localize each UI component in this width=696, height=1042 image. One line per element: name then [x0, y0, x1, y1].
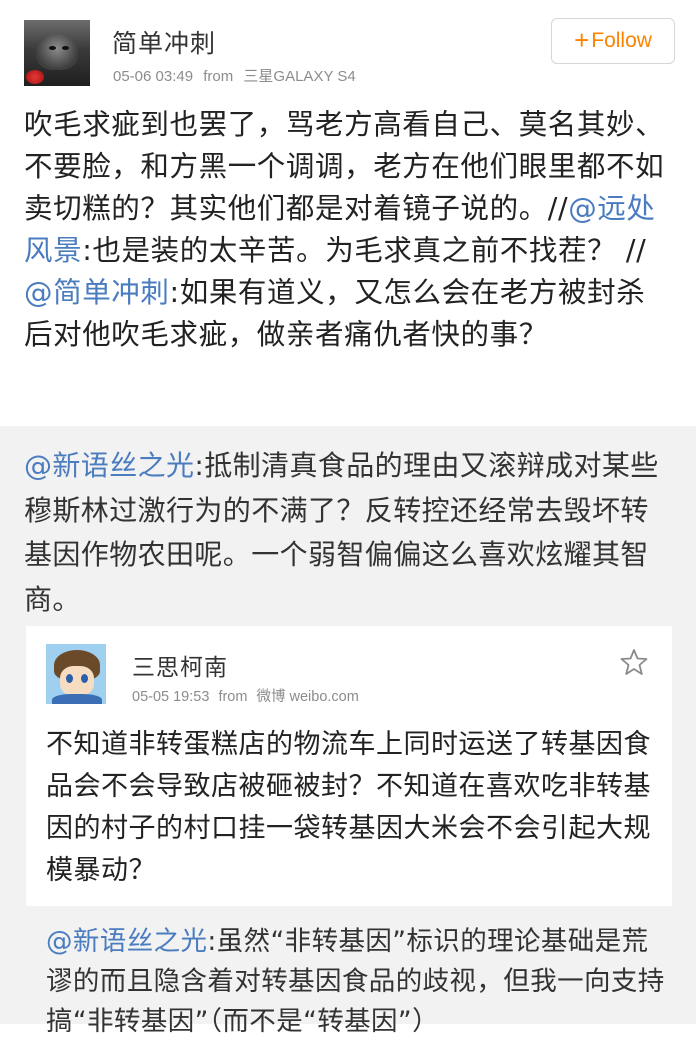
from-label: from [203, 68, 234, 85]
post-device: 三星GALAXY S4 [243, 68, 356, 85]
repost-body: @新语丝之光:抵制清真食品的理由又滚辩成对某些穆斯林过激行为的不满了？反转控还经… [24, 444, 674, 622]
reply-area: @新语丝之光:虽然“非转基因”标识的理论基础是荒谬的而且隐含着对转基因食品的歧视… [26, 906, 672, 1037]
follow-button[interactable]: + Follow [551, 18, 675, 64]
star-icon[interactable] [620, 648, 648, 676]
author-avatar[interactable] [24, 20, 90, 86]
avatar-body [52, 694, 102, 704]
repost-area: @新语丝之光:抵制清真食品的理由又滚辩成对某些穆斯林过激行为的不满了？反转控还经… [0, 426, 696, 1037]
reply-body: @新语丝之光:虽然“非转基因”标识的理论基础是荒谬的而且隐含着对转基因食品的歧视… [46, 922, 666, 1042]
post-text-2: :也是装的太辛苦。为毛求真之前不找茬？ // [82, 234, 647, 267]
post-time: 05-06 03:49 [113, 68, 194, 85]
author-name[interactable]: 简单冲刺 [112, 24, 216, 60]
post-header: 简单冲刺 05-06 03:49 from 三星GALAXY S4 + Foll… [0, 0, 696, 100]
avatar-face [60, 666, 94, 696]
gorilla-face [36, 34, 78, 70]
avatar-eye-left [49, 46, 56, 50]
quoted-author-name[interactable]: 三思柯南 [132, 648, 228, 682]
quoted-post-card[interactable]: 三思柯南 05-05 19:53 from 微博 weibo.com 不知道非转… [26, 626, 672, 906]
mention-link[interactable]: @简单冲刺 [24, 276, 170, 309]
quoted-time: 05-05 19:53 [132, 689, 210, 705]
post-body: 吹毛求疵到也罢了，骂老方高看自己、莫名其妙、不要脸，和方黑一个调调，老方在他们眼… [24, 104, 674, 356]
from-label: from [218, 689, 248, 705]
avatar-eye-right [62, 46, 69, 50]
quoted-source: 微博 weibo.com [256, 689, 359, 705]
quoted-meta: 05-05 19:53 from 微博 weibo.com [132, 685, 364, 706]
plus-icon: + [574, 24, 590, 55]
follow-label: Follow [591, 29, 652, 52]
quoted-post-body: 不知道非转蛋糕店的物流车上同时运送了转基因食品会不会导致店被砸被封？不知道在喜欢… [46, 729, 651, 886]
avatar-eye-left [66, 674, 73, 683]
avatar-eye-right [81, 674, 88, 683]
post-meta: 05-06 03:49 from 三星GALAXY S4 [113, 65, 362, 86]
mention-link[interactable]: @新语丝之光 [46, 926, 207, 957]
rose-icon [26, 70, 44, 84]
quoted-author-avatar[interactable] [46, 644, 106, 704]
mention-link[interactable]: @新语丝之光 [24, 449, 194, 482]
